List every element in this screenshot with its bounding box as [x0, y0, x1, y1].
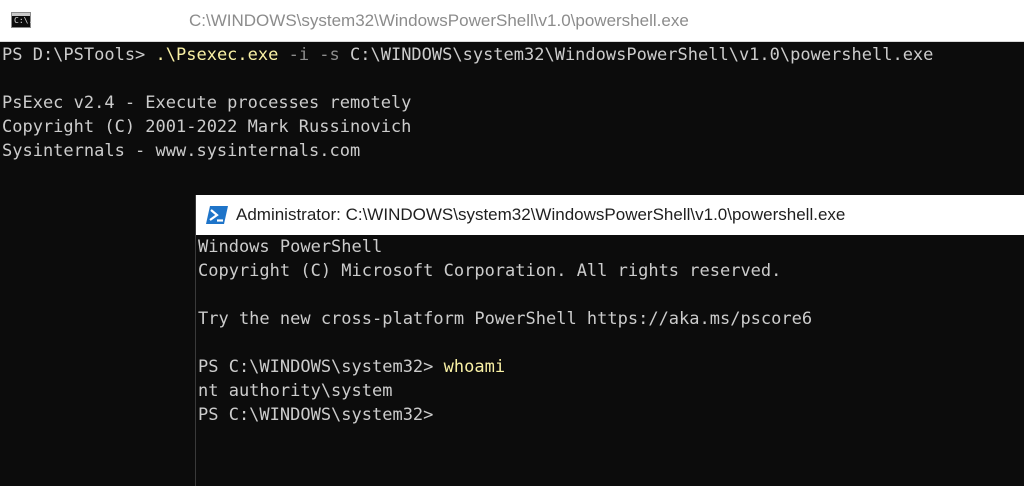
- powershell-window[interactable]: Administrator: C:\WINDOWS\system32\Windo…: [195, 195, 1024, 486]
- command-line: PS C:\WINDOWS\system32> whoami: [198, 355, 812, 379]
- banner-line: Copyright (C) Microsoft Corporation. All…: [198, 261, 782, 281]
- command-name: .\Psexec.exe: [155, 45, 279, 65]
- banner-line: Windows PowerShell: [198, 237, 383, 257]
- powershell-titlebar[interactable]: Administrator: C:\WINDOWS\system32\Windo…: [196, 195, 1024, 235]
- command-path-arg: C:\WINDOWS\system32\WindowsPowerShell\v1…: [350, 45, 934, 65]
- active-prompt[interactable]: PS C:\WINDOWS\system32>: [198, 403, 812, 427]
- tip-line: Try the new cross-platform PowerShell ht…: [198, 309, 813, 329]
- whoami-result: nt authority\system: [198, 381, 393, 401]
- output-line: Sysinternals - www.sysinternals.com: [2, 141, 361, 161]
- output-line: PsExec v2.4 - Execute processes remotely: [2, 93, 412, 113]
- cmd-terminal-output[interactable]: PS D:\PSTools> .\Psexec.exe -i -s C:\WIN…: [2, 43, 933, 163]
- powershell-icon[interactable]: [206, 206, 228, 224]
- command-flags: -i -s: [278, 45, 351, 65]
- prompt: PS C:\WINDOWS\system32>: [198, 357, 444, 377]
- console-icon[interactable]: C:\.: [11, 12, 34, 28]
- powershell-terminal-output[interactable]: Windows PowerShell Copyright (C) Microso…: [198, 235, 812, 427]
- output-line: Copyright (C) 2001-2022 Mark Russinovich: [2, 117, 412, 137]
- console-icon-glyph: C:\.: [14, 16, 34, 25]
- command-line: PS D:\PSTools> .\Psexec.exe -i -s C:\WIN…: [2, 43, 933, 67]
- cmd-titlebar[interactable]: C:\. C:\WINDOWS\system32\WindowsPowerShe…: [0, 0, 1024, 42]
- cmd-window-title: C:\WINDOWS\system32\WindowsPowerShell\v1…: [189, 11, 689, 30]
- prompt: PS D:\PSTools>: [2, 45, 156, 65]
- powershell-window-title: Administrator: C:\WINDOWS\system32\Windo…: [236, 205, 846, 224]
- whoami-command: whoami: [443, 357, 506, 377]
